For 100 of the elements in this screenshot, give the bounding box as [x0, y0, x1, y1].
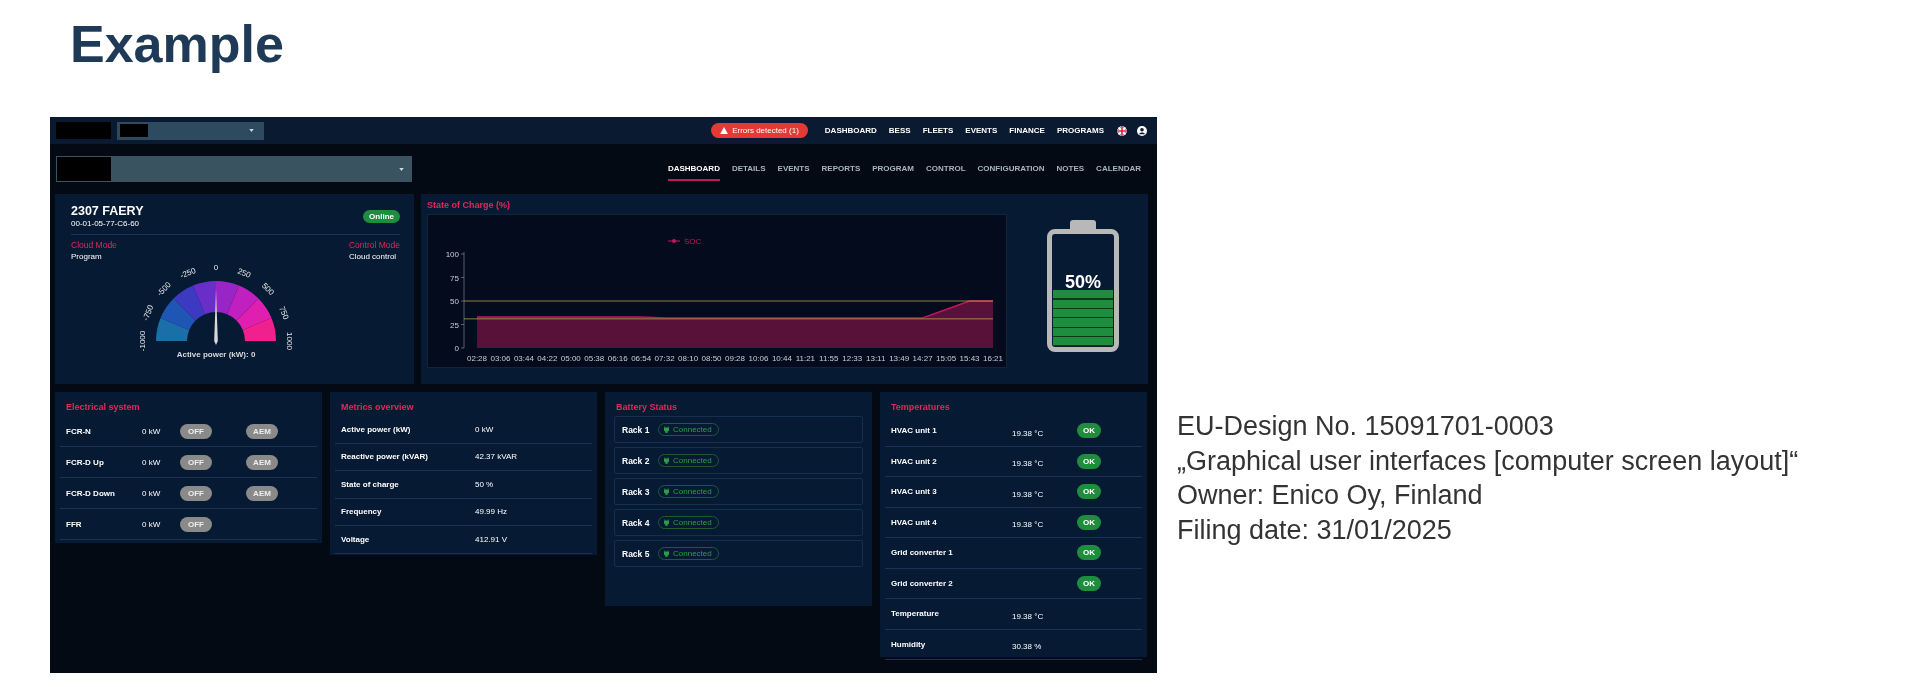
- tab[interactable]: NOTES: [1056, 157, 1085, 181]
- row-value: 19.38 °C: [1012, 520, 1044, 530]
- row-label: Frequency: [341, 507, 383, 517]
- plug-icon: [664, 488, 669, 495]
- row-label: HVAC unit 1: [891, 426, 938, 436]
- status-badge: OK: [1077, 575, 1101, 591]
- x-tick-label: 02:28: [467, 354, 487, 363]
- status-badge: OK: [1077, 484, 1101, 500]
- x-tick-label: 09:28: [725, 354, 745, 363]
- tab[interactable]: CONTROL: [926, 157, 966, 181]
- card-title: Battery Status: [615, 402, 679, 412]
- row-label: HVAC unit 4: [891, 517, 938, 527]
- x-tick-label: 06:16: [607, 354, 628, 363]
- nav-link[interactable]: PROGRAMS: [1056, 126, 1104, 135]
- device-name: 2307 FAERY: [71, 204, 144, 218]
- x-tick-label: 04:22: [537, 354, 558, 363]
- row-value: 0 kW: [142, 457, 162, 467]
- row-value: 49.99 Hz: [475, 507, 508, 517]
- row-label: Humidity: [891, 639, 927, 649]
- mode-label: Cloud Mode: [71, 240, 117, 250]
- x-tick-label: 05:38: [584, 354, 605, 363]
- rack-label: Rack 5: [622, 548, 651, 559]
- y-tick-label: 100: [445, 250, 459, 259]
- user-icon[interactable]: [1137, 125, 1147, 136]
- row-label: Active power (kW): [341, 424, 412, 434]
- row-value: 50 %: [475, 479, 494, 489]
- device-id: 00-01-05-77-C6-60: [71, 219, 141, 228]
- row-label: Grid converter 1: [891, 548, 954, 558]
- row-label: HVAC unit 3: [891, 487, 938, 497]
- gauge-tick-label: 500: [259, 281, 276, 297]
- row-value: 0 kW: [142, 519, 162, 529]
- gauge-tick-label: 0: [213, 263, 218, 273]
- x-tick-label: 08:50: [701, 354, 722, 363]
- x-tick-label: 08:10: [678, 354, 699, 363]
- legend-marker-icon: [667, 239, 681, 243]
- card-title: State of Charge (%): [427, 200, 511, 210]
- x-tick-label: 05:00: [560, 354, 581, 363]
- row-label: FCR-D Up: [66, 457, 105, 467]
- rack-label: Rack 3: [622, 486, 651, 497]
- row-value: 0 kW: [142, 488, 162, 498]
- plug-icon: [664, 519, 669, 526]
- y-tick-label: 0: [454, 344, 459, 353]
- gauge-tick-label: 750: [276, 305, 290, 321]
- status-badge: OK: [1077, 423, 1101, 439]
- status-badge: OK: [1077, 453, 1101, 469]
- legend-label: SOC: [684, 237, 702, 246]
- row-value: 19.38 °C: [1012, 428, 1044, 438]
- x-tick-label: 14:27: [912, 354, 933, 363]
- mode-value: Cloud control: [348, 252, 398, 261]
- gauge-tick-label: 250: [235, 266, 252, 280]
- row-label: State of charge: [341, 479, 400, 489]
- caret-icon: [249, 129, 254, 132]
- tab[interactable]: DASHBOARD: [667, 157, 720, 181]
- x-tick-label: 13:11: [866, 354, 886, 363]
- tab[interactable]: CONFIGURATION: [977, 157, 1045, 181]
- row-label: FCR-N: [66, 426, 92, 436]
- warning-icon: [720, 127, 729, 134]
- redacted-block: [120, 124, 148, 137]
- x-tick-label: 03:06: [490, 354, 511, 363]
- battery-percent: 50%: [1064, 271, 1102, 293]
- row-label: Grid converter 2: [891, 578, 954, 588]
- row-value: 19.38 °C: [1012, 489, 1044, 499]
- x-tick-label: 13:49: [889, 354, 910, 363]
- row-label: FFR: [66, 519, 83, 529]
- tab[interactable]: DETAILS: [731, 157, 766, 181]
- gauge-tick-label: -500: [154, 280, 173, 298]
- rack-label: Rack 4: [622, 517, 651, 528]
- nav-link[interactable]: DASHBOARD: [824, 126, 877, 135]
- caption-line: „Graphical user interfaces [computer screen layout]“: [1177, 444, 1799, 478]
- card-title: Temperatures: [890, 402, 951, 412]
- row-label: FCR-D Down: [66, 488, 116, 498]
- tab[interactable]: CALENDAR: [1096, 157, 1141, 181]
- tab[interactable]: PROGRAM: [872, 157, 914, 181]
- nav-link[interactable]: EVENTS: [965, 126, 998, 135]
- row-label: Reactive power (kVAR): [341, 452, 429, 462]
- status-badge: OK: [1077, 514, 1101, 530]
- x-tick-label: 11:21: [795, 354, 816, 363]
- tab[interactable]: EVENTS: [777, 157, 810, 181]
- row-label: HVAC unit 2: [891, 456, 938, 466]
- row-value: 19.38 °C: [1012, 459, 1044, 469]
- y-tick-label: 75: [450, 273, 459, 283]
- x-tick-label: 16:21: [983, 354, 1003, 363]
- x-tick-label: 10:06: [748, 354, 769, 363]
- nav-link[interactable]: BESS: [888, 126, 911, 135]
- y-tick-label: 25: [450, 320, 459, 330]
- plug-icon: [664, 550, 669, 557]
- x-tick-label: 12:33: [842, 354, 863, 363]
- flag-icon[interactable]: [1117, 125, 1127, 136]
- redacted-block: [57, 157, 111, 181]
- nav-link[interactable]: FINANCE: [1009, 126, 1045, 135]
- device-dropdown[interactable]: [56, 156, 412, 182]
- tab[interactable]: REPORTS: [821, 157, 861, 181]
- row-label: Voltage: [341, 534, 371, 544]
- mode-label: Control Mode: [348, 240, 400, 250]
- row-value: 0 kW: [142, 426, 162, 436]
- row-value: 19.38 °C: [1012, 611, 1044, 621]
- error-alert-button[interactable]: Errors detected (1): [711, 123, 808, 138]
- gauge-tick-label: -1000: [137, 330, 147, 352]
- nav-link[interactable]: FLEETS: [922, 126, 954, 135]
- redacted-block: [56, 122, 111, 139]
